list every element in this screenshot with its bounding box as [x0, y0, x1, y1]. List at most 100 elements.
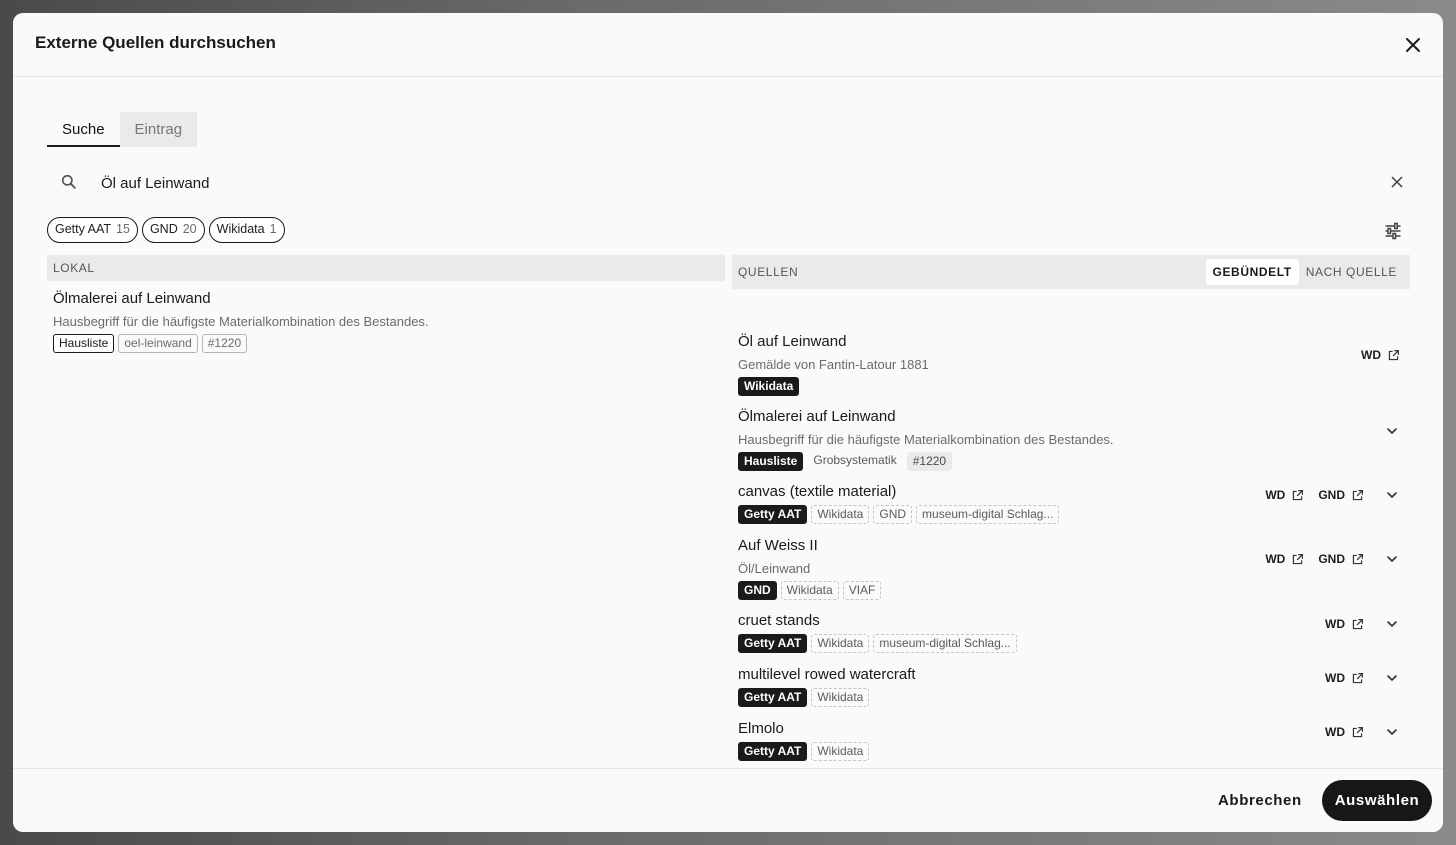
source-badge: museum-digital Schlag...	[916, 505, 1060, 524]
external-link-icon	[1352, 618, 1363, 629]
result-title: Öl auf Leinwand	[738, 333, 847, 350]
result-content: Auf Weiss II Öl/Leinwand GND Wikidata VIAF	[738, 537, 882, 600]
result-links: WD	[1361, 348, 1400, 362]
item-title: Ölmalerei auf Leinwand	[53, 290, 211, 307]
result-title: multilevel rowed watercraft	[738, 666, 916, 683]
source-badge: GND	[873, 505, 913, 524]
chevron-down-icon[interactable]	[1384, 616, 1400, 632]
source-badge: museum-digital Schlag...	[873, 634, 1017, 653]
result-title: Auf Weiss II	[738, 537, 818, 554]
external-link-icon	[1293, 553, 1304, 564]
chevron-down-icon[interactable]	[1384, 487, 1400, 503]
search-input[interactable]	[101, 169, 1301, 197]
tab-bar: Suche Eintrag	[47, 112, 198, 147]
clear-icon[interactable]	[1387, 172, 1407, 192]
result-content: multilevel rowed watercraft Getty AAT Wiki…	[738, 666, 916, 707]
result-links: WD	[1325, 670, 1400, 686]
source-badge: Grobsystematik	[813, 453, 897, 467]
search-bar	[47, 168, 1407, 198]
sources-header-label: QUELLEN	[738, 265, 799, 279]
external-link-gnd[interactable]: GND	[1318, 488, 1364, 502]
item-badges: Hausliste oel-leinwand #1220	[53, 334, 719, 353]
badge-hausliste: Hausliste	[53, 334, 115, 353]
chip-getty-aat[interactable]: Getty AAT 15	[47, 217, 138, 243]
source-badge: Getty AAT	[738, 634, 808, 653]
dialog-header: Externe Quellen durchsuchen	[13, 13, 1443, 77]
source-badge: Getty AAT	[738, 505, 808, 524]
link-label: WD	[1265, 488, 1286, 502]
source-badge: Wikidata	[811, 634, 870, 653]
external-link-icon	[1352, 672, 1363, 683]
source-badge: Getty AAT	[738, 688, 808, 707]
dialog-title: Externe Quellen durchsuchen	[35, 33, 276, 52]
chip-gnd[interactable]: GND 20	[141, 217, 205, 243]
tab-eintrag[interactable]: Eintrag	[119, 112, 198, 147]
source-badge: Wikidata	[811, 742, 870, 761]
dialog-footer: Abbrechen Auswählen	[13, 768, 1443, 832]
chevron-down-icon[interactable]	[1384, 724, 1400, 740]
result-links: WD GND	[1265, 551, 1400, 567]
view-by-source-button[interactable]: NACH QUELLE	[1299, 259, 1404, 285]
result-badges: Getty AAT Wikidata museum-digital Schlag..…	[738, 634, 1017, 653]
link-label: WD	[1361, 348, 1381, 362]
chevron-down-icon[interactable]	[1384, 670, 1400, 686]
link-label: WD	[1325, 725, 1345, 739]
result-links: WD	[1325, 724, 1400, 740]
result-title: Elmolo	[738, 720, 784, 737]
source-badge: Hausliste	[738, 452, 804, 471]
external-link-icon	[1352, 553, 1363, 564]
item-desc: Hausbegriff für die häufigste Materialko…	[53, 314, 429, 329]
search-dialog: Externe Quellen durchsuchen Suche Eintra…	[13, 13, 1443, 832]
search-icon	[61, 174, 76, 189]
source-badge: Wikidata	[738, 377, 800, 396]
result-badges: Getty AAT Wikidata	[738, 742, 870, 761]
link-label: WD	[1325, 617, 1345, 631]
result-badges: Getty AAT Wikidata	[738, 688, 916, 707]
sources-header: QUELLEN GEBÜNDELT NACH QUELLE	[732, 255, 1410, 289]
tab-suche[interactable]: Suche	[47, 112, 120, 147]
result-content: cruet stands Getty AAT Wikidata museum-digi…	[738, 612, 1017, 653]
close-icon[interactable]	[1401, 33, 1425, 57]
result-title: cruet stands	[738, 612, 820, 629]
source-badge: GND	[738, 581, 777, 600]
external-link-wd[interactable]: WD	[1361, 348, 1400, 362]
external-link-wd[interactable]: WD	[1325, 671, 1364, 685]
result-content: Elmolo Getty AAT Wikidata	[738, 720, 870, 761]
external-link-icon	[1293, 489, 1304, 500]
chevron-down-icon[interactable]	[1384, 423, 1400, 439]
view-toggle: GEBÜNDELT NACH QUELLE	[1205, 259, 1404, 285]
result-badges: Wikidata	[738, 377, 929, 396]
external-link-wd[interactable]: WD	[1265, 488, 1304, 502]
badge-id: #1220	[201, 334, 248, 353]
sources-pane: QUELLEN GEBÜNDELT NACH QUELLE Öl auf Lei…	[732, 255, 1410, 761]
external-link-wd[interactable]: WD	[1325, 617, 1364, 631]
external-link-icon	[1352, 489, 1363, 500]
result-desc: Hausbegriff für die häufigste Materialko…	[738, 432, 1114, 447]
external-link-gnd[interactable]: GND	[1318, 552, 1364, 566]
local-item[interactable]: Ölmalerei auf Leinwand Hausbegriff für d…	[47, 281, 725, 362]
result-desc: Öl/Leinwand	[738, 561, 811, 576]
external-link-wd[interactable]: WD	[1265, 552, 1304, 566]
cancel-button[interactable]: Abbrechen	[1208, 780, 1312, 820]
link-label: GND	[1318, 488, 1345, 502]
result-links: WD GND	[1265, 487, 1400, 503]
source-badge: Wikidata	[811, 688, 870, 707]
select-button[interactable]: Auswählen	[1322, 780, 1432, 821]
source-badge: VIAF	[842, 581, 882, 600]
external-link-icon	[1352, 726, 1363, 737]
local-pane: LOKAL Ölmalerei auf Leinwand Hausbegriff…	[47, 255, 725, 362]
external-link-wd[interactable]: WD	[1325, 725, 1364, 739]
result-badges: GND Wikidata VIAF	[738, 581, 882, 600]
result-links	[1378, 423, 1400, 439]
badge-slug: oel-leinwand	[118, 334, 198, 353]
result-desc: Gemälde von Fantin-Latour 1881	[738, 357, 929, 372]
view-bundled-button[interactable]: GEBÜNDELT	[1205, 259, 1299, 285]
source-badge: Wikidata	[780, 581, 839, 600]
result-content: Ölmalerei auf Leinwand Hausbegriff für di…	[738, 408, 1114, 471]
source-badge: #1220	[906, 452, 953, 471]
result-content: Öl auf Leinwand Gemälde von Fantin-Latour…	[738, 333, 929, 396]
chevron-down-icon[interactable]	[1384, 551, 1400, 567]
chip-wikidata[interactable]: Wikidata 1	[208, 217, 285, 243]
result-badges: Hausliste Grobsystematik #1220	[738, 452, 1114, 471]
tune-icon[interactable]	[1383, 221, 1403, 241]
